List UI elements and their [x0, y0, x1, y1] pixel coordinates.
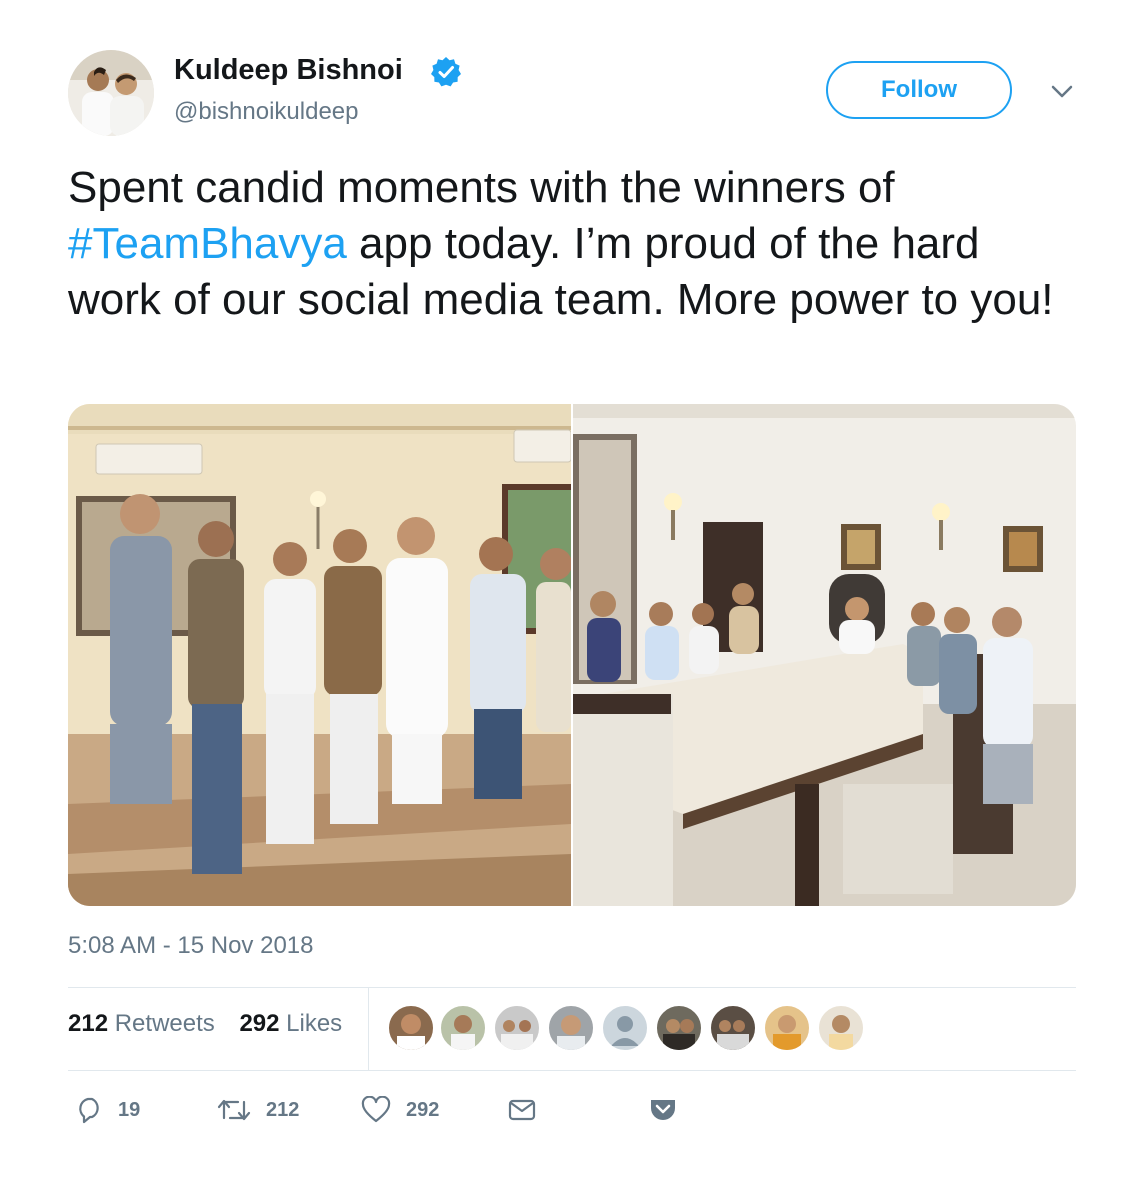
likes-label: Likes	[286, 1010, 343, 1037]
tweet-text-before: Spent candid moments with the winners of	[68, 163, 895, 212]
envelope-icon	[508, 1098, 536, 1122]
reply-button[interactable]: 19	[76, 1092, 140, 1128]
reply-count: 19	[118, 1098, 141, 1121]
like-count: 292	[406, 1098, 440, 1121]
heart-icon	[360, 1096, 392, 1124]
direct-message-button[interactable]	[508, 1092, 536, 1128]
retweets-label: Retweets	[114, 1010, 215, 1037]
liker-avatar[interactable]	[548, 1005, 594, 1051]
like-button[interactable]: 292	[360, 1092, 439, 1128]
retweets-count: 212	[68, 1010, 109, 1037]
follow-button[interactable]: Follow	[826, 61, 1012, 119]
tweet-timestamp[interactable]: 5:08 AM - 15 Nov 2018	[68, 932, 313, 960]
stats-divider	[368, 988, 369, 1070]
liker-avatar[interactable]	[656, 1005, 702, 1051]
pocket-icon	[648, 1096, 678, 1124]
retweets-stat-link[interactable]: 212 Retweets	[68, 1010, 215, 1037]
liker-avatar[interactable]	[440, 1005, 486, 1051]
divider-top	[68, 987, 1076, 988]
media-container	[68, 404, 1076, 906]
hashtag-link[interactable]: #TeamBhavya	[68, 219, 347, 268]
verified-badge-icon	[430, 56, 462, 88]
likes-count: 292	[239, 1010, 280, 1037]
liker-avatar[interactable]	[388, 1005, 434, 1051]
divider-bottom	[68, 1070, 1076, 1071]
liker-avatar[interactable]	[494, 1005, 540, 1051]
chevron-down-icon[interactable]	[1046, 80, 1078, 104]
author-handle[interactable]: @bishnoikuldeep	[174, 98, 359, 126]
retweet-icon	[216, 1096, 252, 1124]
liker-avatar[interactable]	[710, 1005, 756, 1051]
author-name[interactable]: Kuldeep Bishnoi	[174, 54, 403, 87]
photo-group-standing[interactable]	[68, 404, 571, 906]
liker-avatar[interactable]	[764, 1005, 810, 1051]
photo-dining-table[interactable]	[573, 404, 1076, 906]
engagement-stats: 212 Retweets 292 Likes	[68, 1010, 360, 1038]
tweet-text: Spent candid moments with the winners of…	[68, 160, 1078, 328]
retweet-count: 212	[266, 1098, 300, 1121]
reply-icon	[76, 1096, 104, 1124]
likes-stat-link[interactable]: 292 Likes	[239, 1010, 342, 1037]
default-user-avatar-icon[interactable]	[602, 1005, 648, 1051]
liker-avatar[interactable]	[818, 1005, 864, 1051]
retweet-button[interactable]: 212	[216, 1092, 299, 1128]
pocket-save-button[interactable]	[648, 1092, 678, 1128]
author-avatar[interactable]	[68, 50, 154, 136]
